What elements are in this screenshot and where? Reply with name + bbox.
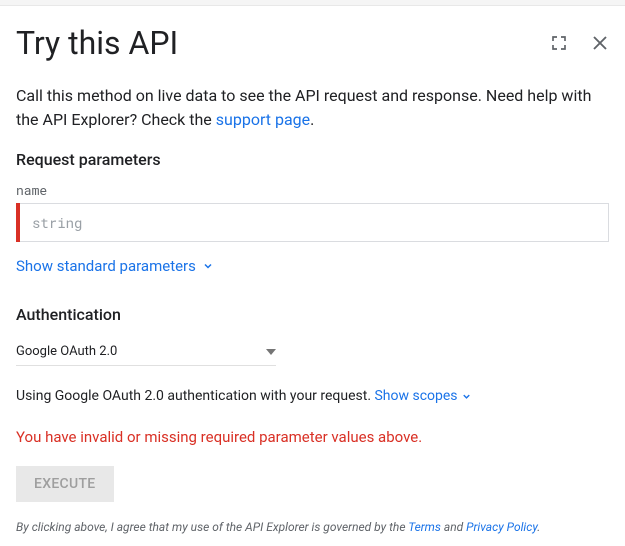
request-params-title: Request parameters: [16, 150, 609, 169]
page-title: Try this API: [16, 24, 178, 62]
fullscreen-button[interactable]: [551, 35, 567, 51]
execute-button[interactable]: EXECUTE: [16, 466, 114, 502]
auth-section: Authentication Google OAuth 2.0 Using Go…: [16, 305, 609, 534]
show-scopes-label: Show scopes: [374, 388, 457, 404]
chevron-down-icon: [461, 391, 472, 402]
auth-select[interactable]: Google OAuth 2.0: [16, 338, 276, 366]
header-row: Try this API: [16, 24, 609, 62]
privacy-link[interactable]: Privacy Policy: [466, 520, 537, 534]
header-icons: [551, 34, 609, 52]
show-standard-params-label: Show standard parameters: [16, 257, 196, 275]
auth-description: Using Google OAuth 2.0 authentication wi…: [16, 388, 609, 404]
param-name-input[interactable]: [20, 203, 609, 242]
param-name-label: name: [16, 181, 609, 199]
disclaimer-suffix: .: [537, 520, 540, 534]
auth-desc-text: Using Google OAuth 2.0 authentication wi…: [16, 388, 374, 404]
param-name-input-wrapper: [16, 203, 609, 242]
fullscreen-icon: [551, 35, 567, 51]
chevron-down-icon: [202, 260, 214, 272]
caret-down-icon: [266, 349, 276, 355]
show-standard-params-button[interactable]: Show standard parameters: [16, 257, 214, 275]
disclaimer-and: and: [441, 520, 466, 534]
disclaimer-prefix: By clicking above, I agree that my use o…: [16, 520, 408, 534]
show-scopes-button[interactable]: Show scopes: [374, 388, 472, 404]
description-suffix: .: [310, 110, 314, 129]
support-page-link[interactable]: support page: [216, 110, 310, 129]
close-button[interactable]: [591, 34, 609, 52]
auth-select-value: Google OAuth 2.0: [16, 344, 117, 359]
disclaimer-text: By clicking above, I agree that my use o…: [16, 520, 609, 534]
description-text: Call this method on live data to see the…: [16, 84, 609, 132]
api-panel: Try this API Call this method on live da…: [0, 6, 625, 546]
terms-link[interactable]: Terms: [408, 520, 441, 534]
error-message: You have invalid or missing required par…: [16, 428, 609, 446]
auth-title: Authentication: [16, 305, 609, 324]
close-icon: [591, 34, 609, 52]
